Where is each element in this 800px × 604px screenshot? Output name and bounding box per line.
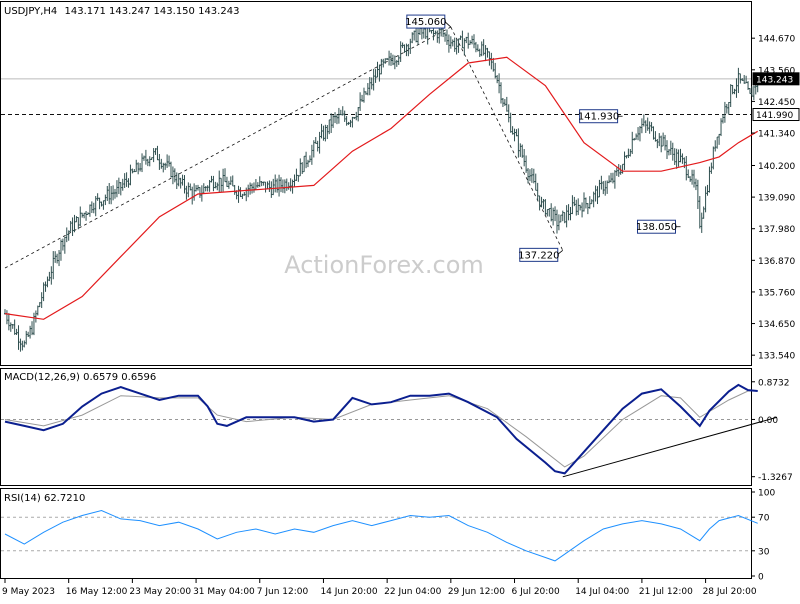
price-axis-tick-label: 133.540 — [758, 352, 795, 362]
current-price-tag-text: 143.243 — [756, 75, 793, 85]
watermark: ActionForex.com — [284, 251, 484, 279]
macd-panel-frame — [0, 368, 752, 486]
chart-window: ActionForex.com 145.060 137.220 141.930 138… — [0, 0, 800, 600]
time-axis-label: 31 May 04:00 — [193, 587, 255, 597]
price-annotation-text: 138.050 — [636, 222, 677, 233]
price-annotation-text: 145.060 — [405, 17, 446, 28]
time-axis-label: 6 Jul 20:00 — [512, 587, 561, 597]
price-axis-tick-label: 139.090 — [758, 194, 795, 204]
rsi-axis-tick-label: 0 — [758, 573, 764, 583]
price-annotation-text: 141.930 — [578, 112, 619, 123]
ohlc-values: 143.171 143.247 143.150 143.243 — [64, 6, 239, 17]
forex-chart: ActionForex.com 145.060 137.220 141.930 138… — [0, 1, 800, 597]
time-axis-label: 14 Jul 04:00 — [575, 587, 629, 597]
price-axis-tick-label: 144.670 — [758, 35, 795, 45]
price-axis-tick-label: 140.200 — [758, 162, 795, 172]
symbol-header: USDJPY,H4 143.171 143.247 143.150 143.24… — [4, 6, 239, 17]
candle — [752, 85, 755, 101]
price-axis-tick-label: 137.980 — [758, 225, 795, 235]
symbol-label: USDJPY,H4 — [4, 6, 57, 17]
time-axis-label: 14 Jun 20:00 — [320, 587, 377, 597]
rsi-panel-frame — [0, 488, 752, 579]
price-axis-tick-label: 142.450 — [758, 98, 795, 108]
macd-axis-tick-label: 0.00 — [758, 416, 778, 426]
time-axis-label: 28 Jul 20:00 — [703, 587, 757, 597]
price-axis-tick-label: 141.340 — [758, 130, 795, 140]
price-annotation: 141.930 — [578, 109, 623, 124]
price-axis-tick-label: 135.760 — [758, 288, 795, 298]
rsi-axis-tick-label: 30 — [758, 547, 770, 557]
macd-axis-tick-label: 0.8732 — [758, 378, 790, 388]
price-annotation: 138.050 — [636, 219, 681, 234]
candle — [754, 84, 757, 95]
price-panel-frame — [0, 1, 752, 366]
resistance-tag-text: 141.990 — [756, 111, 793, 121]
price-annotation: 145.060 — [405, 14, 452, 29]
rsi-axis-tick-label: 100 — [758, 489, 775, 499]
time-axis-label: 9 May 2023 — [2, 587, 55, 597]
macd-axis-tick-label: -1.3267 — [758, 473, 793, 483]
price-axis-tick-label: 136.870 — [758, 257, 795, 267]
macd-title: MACD(12,26,9) 0.6579 0.6596 — [4, 372, 156, 383]
price-annotation: 137.220 — [518, 247, 564, 262]
price-axis-tick-label: 134.650 — [758, 320, 795, 330]
rsi-title: RSI(14) 62.7210 — [4, 493, 85, 504]
time-axis-label: 16 May 12:00 — [66, 587, 128, 597]
rsi-axis-tick-label: 70 — [758, 514, 770, 524]
price-annotation-text: 137.220 — [518, 250, 559, 261]
time-axis-label: 22 Jun 04:00 — [384, 587, 441, 597]
time-axis-label: 29 Jun 12:00 — [448, 587, 505, 597]
time-axis-label: 23 May 20:00 — [129, 587, 191, 597]
time-axis-label: 7 Jun 12:00 — [257, 587, 309, 597]
time-axis-label: 21 Jul 12:00 — [639, 587, 693, 597]
